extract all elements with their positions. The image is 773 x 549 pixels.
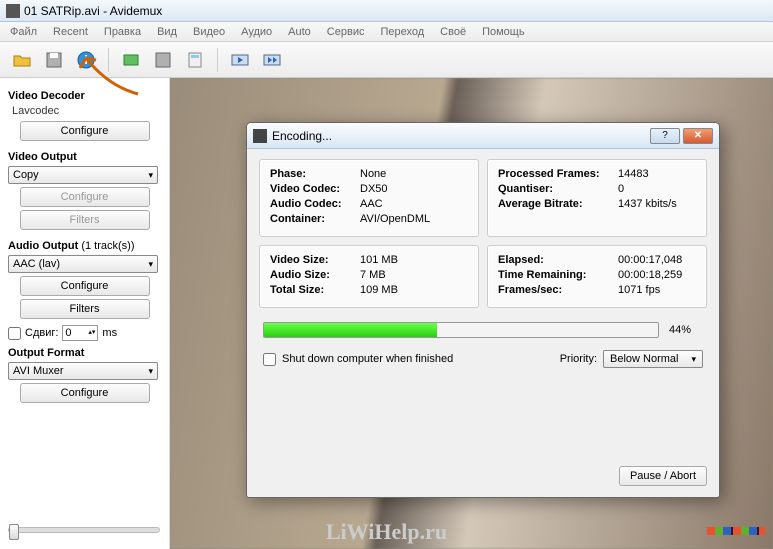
asize-value: 7 MB (360, 269, 468, 281)
output-format-combo[interactable]: AVI Muxer (8, 362, 158, 380)
shift-value: 0 (65, 327, 71, 339)
priority-value: Below Normal (610, 353, 678, 365)
play-filtered-button[interactable] (258, 46, 286, 74)
time-strip (707, 527, 765, 535)
quantiser-value: 0 (618, 183, 696, 195)
menu-custom[interactable]: Своё (434, 24, 472, 40)
video-decoder-codec: Lavcodec (8, 105, 161, 117)
tool-btn-5[interactable] (149, 46, 177, 74)
audio-output-value: AAC (lav) (13, 258, 60, 270)
video-output-filters-button[interactable]: Filters (20, 210, 150, 230)
menu-file[interactable]: Файл (4, 24, 43, 40)
time-info-box: Elapsed:00:00:17,048 Time Remaining:00:0… (487, 245, 707, 308)
remaining-label: Time Remaining: (498, 269, 618, 281)
priority-combo[interactable]: Below Normal (603, 350, 703, 368)
fps-value: 1071 fps (618, 284, 696, 296)
bottom-track (8, 527, 765, 535)
menu-auto[interactable]: Auto (282, 24, 317, 40)
procframes-label: Processed Frames: (498, 168, 618, 180)
calculator-button[interactable] (181, 46, 209, 74)
audio-output-combo[interactable]: AAC (lav) (8, 255, 158, 273)
video-decoder-configure-button[interactable]: Configure (20, 121, 150, 141)
dialog-title: Encoding... (272, 129, 332, 143)
pause-abort-button[interactable]: Pause / Abort (619, 466, 707, 486)
menu-view[interactable]: Вид (151, 24, 183, 40)
sidebar: Video Decoder Lavcodec Configure Video O… (0, 78, 170, 549)
progress-bar (263, 322, 659, 338)
menu-video[interactable]: Видео (187, 24, 231, 40)
shift-label: Сдвиг: (25, 327, 58, 339)
quantiser-label: Quantiser: (498, 183, 618, 195)
menu-tools[interactable]: Сервис (321, 24, 371, 40)
shift-unit: ms (102, 327, 117, 339)
tsize-label: Total Size: (270, 284, 360, 296)
phase-label: Phase: (270, 168, 360, 180)
toolbar-separator (108, 48, 109, 72)
shift-spinner[interactable]: 0 (62, 325, 98, 341)
acodec-label: Audio Codec: (270, 198, 360, 210)
phase-value: None (360, 168, 468, 180)
video-output-value: Copy (13, 169, 39, 181)
toolbar-separator (217, 48, 218, 72)
output-format-value: AVI Muxer (13, 365, 64, 377)
container-value: AVI/OpenDML (360, 213, 468, 225)
menu-edit[interactable]: Правка (98, 24, 147, 40)
video-output-combo[interactable]: Copy (8, 166, 158, 184)
progress-percent: 44% (669, 324, 703, 336)
audio-output-configure-button[interactable]: Configure (20, 276, 150, 296)
shift-checkbox[interactable] (8, 327, 21, 340)
vsize-value: 101 MB (360, 254, 468, 266)
save-video-button[interactable] (40, 46, 68, 74)
video-output-head: Video Output (8, 151, 161, 163)
progress-fill (264, 323, 437, 337)
frame-info-box: Processed Frames:14483 Quantiser:0 Avera… (487, 159, 707, 237)
audio-output-filters-button[interactable]: Filters (20, 299, 150, 319)
bitrate-label: Average Bitrate: (498, 198, 618, 210)
menu-recent[interactable]: Recent (47, 24, 94, 40)
asize-label: Audio Size: (270, 269, 360, 281)
seek-slider[interactable] (8, 527, 160, 533)
video-output-configure-button[interactable]: Configure (20, 187, 150, 207)
menu-go[interactable]: Переход (374, 24, 430, 40)
toolbar: i (0, 42, 773, 78)
vcodec-value: DX50 (360, 183, 468, 195)
acodec-value: AAC (360, 198, 468, 210)
encoding-dialog: Encoding... ? ✕ Phase:None Video Codec:D… (246, 122, 720, 498)
elapsed-value: 00:00:17,048 (618, 254, 696, 266)
output-format-configure-button[interactable]: Configure (20, 383, 150, 403)
container-label: Container: (270, 213, 360, 225)
dialog-help-button[interactable]: ? (650, 128, 680, 144)
shutdown-checkbox[interactable] (263, 353, 276, 366)
window-titlebar: 01 SATRip.avi - Avidemux (0, 0, 773, 22)
window-title: 01 SATRip.avi - Avidemux (24, 4, 162, 18)
priority-label: Priority: (560, 353, 597, 365)
tool-btn-4[interactable] (117, 46, 145, 74)
dialog-titlebar: Encoding... ? ✕ (247, 123, 719, 149)
elapsed-label: Elapsed: (498, 254, 618, 266)
codec-info-box: Phase:None Video Codec:DX50 Audio Codec:… (259, 159, 479, 237)
tsize-value: 109 MB (360, 284, 468, 296)
video-decoder-head: Video Decoder (8, 90, 161, 102)
menu-audio[interactable]: Аудио (235, 24, 278, 40)
size-info-box: Video Size:101 MB Audio Size:7 MB Total … (259, 245, 479, 308)
vcodec-label: Video Codec: (270, 183, 360, 195)
info-button[interactable]: i (72, 46, 100, 74)
play-button[interactable] (226, 46, 254, 74)
clapper-icon (253, 129, 267, 143)
audio-output-head: Audio Output (1 track(s)) (8, 240, 161, 252)
dialog-close-button[interactable]: ✕ (683, 128, 713, 144)
output-format-head: Output Format (8, 347, 161, 359)
menu-help[interactable]: Помощь (476, 24, 531, 40)
app-icon (6, 4, 20, 18)
shutdown-label: Shut down computer when finished (282, 353, 453, 365)
vsize-label: Video Size: (270, 254, 360, 266)
open-button[interactable] (8, 46, 36, 74)
menubar: Файл Recent Правка Вид Видео Аудио Auto … (0, 22, 773, 42)
remaining-value: 00:00:18,259 (618, 269, 696, 281)
fps-label: Frames/sec: (498, 284, 618, 296)
svg-text:i: i (84, 53, 87, 67)
bitrate-value: 1437 kbits/s (618, 198, 696, 210)
procframes-value: 14483 (618, 168, 696, 180)
